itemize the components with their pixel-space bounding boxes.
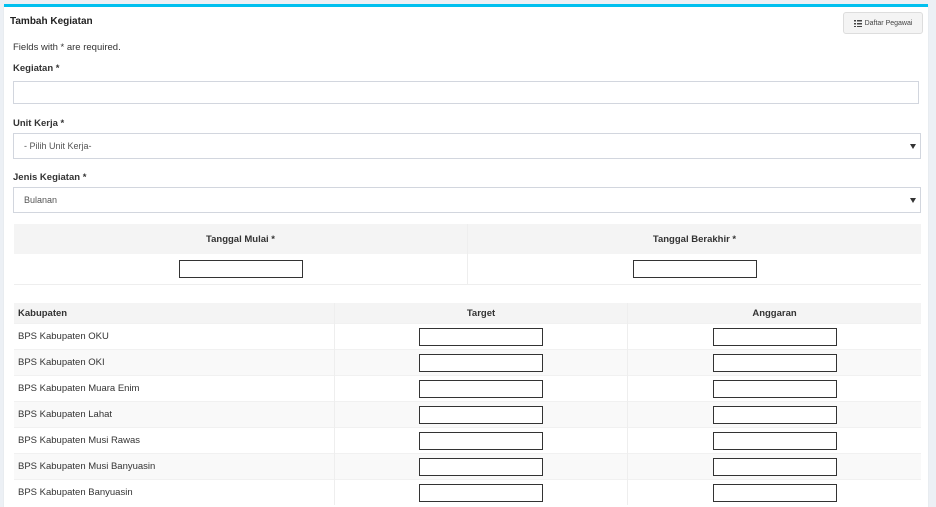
header-kabupaten: Kabupaten bbox=[14, 303, 335, 324]
anggaran-input[interactable] bbox=[712, 405, 837, 424]
unit-kerja-select[interactable]: - Pilih Unit Kerja- bbox=[13, 133, 921, 159]
tanggal-mulai-input[interactable] bbox=[178, 260, 303, 278]
target-input[interactable] bbox=[419, 379, 543, 398]
header-target: Target bbox=[334, 303, 628, 324]
table-row: BPS Kabupaten OKI bbox=[14, 349, 921, 376]
kabupaten-name: BPS Kabupaten Lahat bbox=[14, 401, 335, 428]
jenis-kegiatan-selected: Bulanan bbox=[24, 195, 58, 205]
box-title: Tambah Kegiatan bbox=[10, 16, 93, 27]
table-row: BPS Kabupaten Lahat bbox=[14, 401, 921, 428]
required-note: Fields with * are required. bbox=[13, 42, 121, 53]
tanggal-berakhir-label: Tanggal Berakhir * bbox=[467, 224, 921, 254]
target-input[interactable] bbox=[419, 353, 543, 372]
table-row: BPS Kabupaten Musi Banyuasin bbox=[14, 453, 921, 480]
anggaran-input[interactable] bbox=[712, 431, 837, 450]
dropdown-arrow-icon bbox=[910, 198, 916, 203]
form-box: Tambah Kegiatan Daftar Pegawai Fields wi… bbox=[4, 4, 928, 507]
tanggal-berakhir-cell bbox=[467, 254, 921, 285]
target-input[interactable] bbox=[419, 457, 543, 476]
tanggal-mulai-label: Tanggal Mulai * bbox=[14, 224, 468, 254]
table-row: BPS Kabupaten Musi Rawas bbox=[14, 427, 921, 454]
jenis-kegiatan-select[interactable]: Bulanan bbox=[13, 187, 921, 213]
unit-kerja-label: Unit Kerja * bbox=[13, 118, 65, 129]
anggaran-input[interactable] bbox=[712, 327, 837, 346]
tanggal-mulai-cell bbox=[14, 254, 468, 285]
kabupaten-table: Kabupaten Target Anggaran BPS Kabupaten … bbox=[14, 303, 921, 505]
daftar-pegawai-button[interactable]: Daftar Pegawai bbox=[843, 12, 923, 34]
table-row: BPS Kabupaten OKU bbox=[14, 323, 921, 350]
jenis-kegiatan-label: Jenis Kegiatan * bbox=[13, 172, 87, 183]
kabupaten-name: BPS Kabupaten Muara Enim bbox=[14, 375, 335, 402]
target-input[interactable] bbox=[419, 405, 543, 424]
target-input[interactable] bbox=[419, 483, 543, 502]
anggaran-input[interactable] bbox=[712, 353, 837, 372]
target-input[interactable] bbox=[419, 431, 543, 450]
dropdown-arrow-icon bbox=[910, 144, 916, 149]
kabupaten-name: BPS Kabupaten OKI bbox=[14, 349, 335, 376]
anggaran-input[interactable] bbox=[712, 457, 837, 476]
table-row: BPS Kabupaten Muara Enim bbox=[14, 375, 921, 402]
kabupaten-name: BPS Kabupaten Musi Rawas bbox=[14, 427, 335, 454]
list-icon bbox=[853, 19, 862, 27]
header-anggaran: Anggaran bbox=[627, 303, 921, 324]
anggaran-input[interactable] bbox=[712, 483, 837, 502]
kegiatan-label: Kegiatan * bbox=[13, 63, 60, 74]
kabupaten-name: BPS Kabupaten Banyuasin bbox=[14, 479, 335, 505]
kegiatan-input[interactable] bbox=[13, 81, 919, 104]
kabupaten-name: BPS Kabupaten OKU bbox=[14, 323, 335, 350]
table-row: BPS Kabupaten Banyuasin bbox=[14, 479, 921, 505]
date-table: Tanggal Mulai * Tanggal Berakhir * bbox=[14, 224, 921, 285]
target-input[interactable] bbox=[419, 327, 543, 346]
kabupaten-name: BPS Kabupaten Musi Banyuasin bbox=[14, 453, 335, 480]
daftar-pegawai-label: Daftar Pegawai bbox=[864, 19, 913, 27]
unit-kerja-selected: - Pilih Unit Kerja- bbox=[24, 141, 92, 151]
tanggal-berakhir-input[interactable] bbox=[632, 260, 757, 278]
anggaran-input[interactable] bbox=[712, 379, 837, 398]
